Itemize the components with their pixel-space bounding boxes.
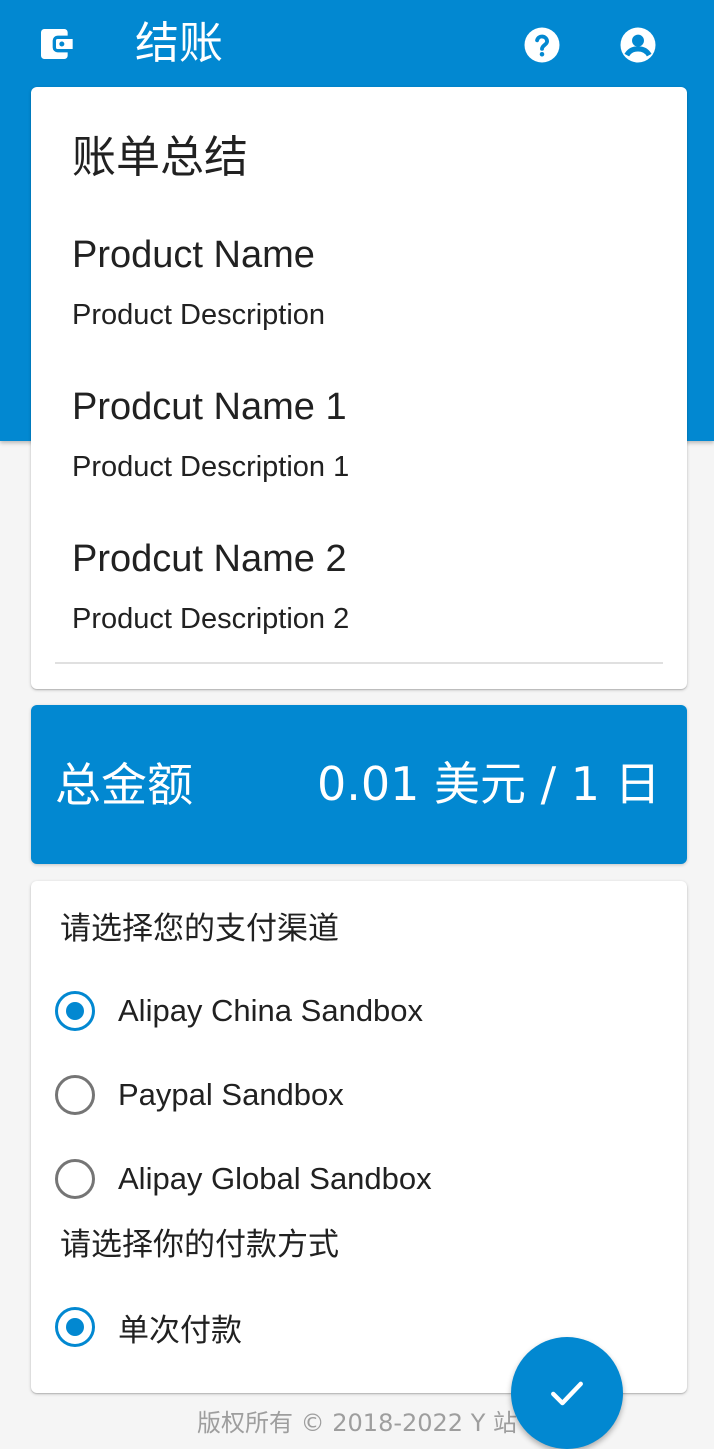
radio-button[interactable] [55, 1159, 95, 1199]
help-icon[interactable] [518, 21, 566, 69]
page-title: 结账 [135, 18, 223, 69]
total-label: 总金额 [55, 758, 193, 812]
product-name: Prodcut Name 2 [72, 538, 347, 580]
radio-label: 单次付款 [118, 1312, 242, 1349]
radio-label: Paypal Sandbox [118, 1077, 344, 1112]
total-amount: 0.01 美元 / 1 日 [317, 757, 661, 811]
radio-label: Alipay Global Sandbox [118, 1161, 432, 1196]
summary-title: 账单总结 [72, 132, 248, 183]
confirm-fab[interactable] [511, 1337, 623, 1449]
product-description: Product Description [72, 299, 326, 331]
radio-button[interactable] [55, 1075, 95, 1115]
check-icon [551, 1381, 583, 1406]
radio-label: Alipay China Sandbox [118, 993, 424, 1028]
payment-channel-label: 请选择您的支付渠道 [60, 911, 339, 947]
product-description: Product Description 2 [72, 603, 350, 635]
account-circle-icon[interactable] [614, 21, 662, 69]
summary-divider [55, 662, 663, 664]
product-name: Product Name [72, 234, 315, 276]
radio-button-checked[interactable] [55, 991, 95, 1031]
radio-single-payment[interactable]: 单次付款 [55, 1305, 242, 1349]
payment-method-label: 请选择你的付款方式 [60, 1227, 339, 1263]
radio-paypal-sandbox[interactable]: Paypal Sandbox [55, 1073, 344, 1117]
radio-alipay-global-sandbox[interactable]: Alipay Global Sandbox [55, 1157, 432, 1201]
toolbar: 结账 [0, 0, 714, 88]
wallet-icon[interactable] [32, 20, 80, 68]
radio-button-checked[interactable] [55, 1307, 95, 1347]
product-description: Product Description 1 [72, 451, 350, 483]
product-name: Prodcut Name 1 [72, 386, 347, 428]
radio-alipay-china-sandbox[interactable]: Alipay China Sandbox [55, 989, 423, 1033]
